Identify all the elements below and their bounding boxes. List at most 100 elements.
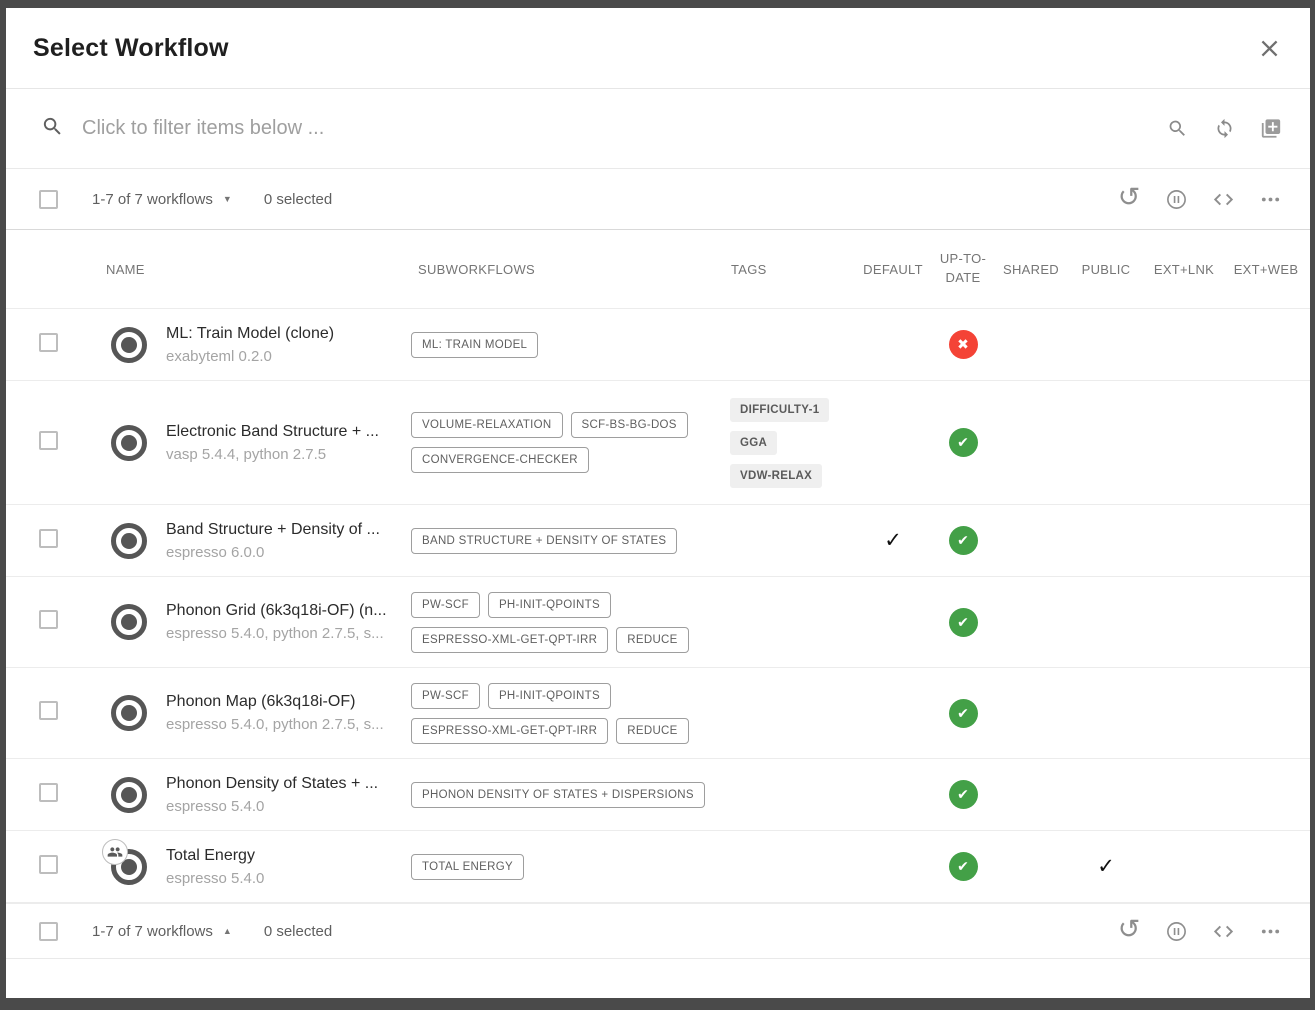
workflow-subtitle: vasp 5.4.4, python 2.7.5 (166, 446, 403, 463)
code-view-button[interactable] (1211, 187, 1235, 211)
more-actions-button[interactable] (1258, 919, 1282, 943)
default-checkmark: ✓ (884, 528, 902, 553)
workflow-name: Total Energy (166, 847, 403, 865)
library-add-icon (1260, 117, 1282, 140)
dialog-title: Select Workflow (33, 34, 229, 63)
select-all-checkbox[interactable] (39, 190, 58, 209)
subworkflow-chip: PH-INIT-QPOINTS (488, 592, 611, 618)
search-icon (41, 115, 64, 143)
workflow-radio[interactable] (111, 695, 147, 731)
group-icon (107, 844, 123, 860)
subworkflow-chip: PW-SCF (411, 592, 480, 618)
subworkflow-chip: ML: TRAIN MODEL (411, 332, 538, 358)
code-icon (1212, 188, 1235, 211)
row-checkbox[interactable] (39, 610, 58, 629)
workflow-radio[interactable] (111, 604, 147, 640)
row-checkbox[interactable] (39, 783, 58, 802)
column-header-default[interactable]: DEFAULT (856, 262, 930, 277)
workflow-subtitle: espresso 5.4.0, python 2.7.5, s... (166, 625, 403, 642)
subworkflow-chip: PH-INIT-QPOINTS (488, 683, 611, 709)
row-checkbox[interactable] (39, 333, 58, 352)
filter-input[interactable] (82, 117, 1166, 140)
row-checkbox[interactable] (39, 431, 58, 450)
table-header: NAME SUBWORKFLOWS TAGS DEFAULT UP-TO-DAT… (6, 230, 1310, 309)
column-header-ext-web[interactable]: EXT+WEB (1222, 262, 1310, 277)
select-all-checkbox[interactable] (39, 922, 58, 941)
close-icon (1256, 35, 1283, 62)
pause-button[interactable] (1164, 187, 1188, 211)
public-checkmark: ✓ (1097, 854, 1115, 879)
subworkflow-chip: ESPRESSO-XML-GET-QPT-IRR (411, 718, 608, 744)
refresh-button[interactable] (1213, 118, 1235, 140)
workflow-name: ML: Train Model (clone) (166, 325, 403, 343)
more-actions-button[interactable] (1258, 187, 1282, 211)
row-checkbox[interactable] (39, 701, 58, 720)
workflow-radio[interactable] (111, 777, 147, 813)
table-row[interactable]: Phonon Map (6k3q18i-OF) espresso 5.4.0, … (6, 668, 1310, 759)
up-to-date-error-badge: ✖ (949, 330, 978, 359)
sync-icon (1214, 118, 1235, 139)
chevron-down-icon[interactable]: ▼ (223, 194, 232, 204)
dialog-bottom-spacer (6, 959, 1310, 998)
table-footer: 1-7 of 7 workflows ▲ 0 selected ↺ (6, 903, 1310, 959)
apply-filter-button[interactable] (1166, 118, 1188, 140)
tag-chip: DIFFICULTY-1 (730, 398, 829, 422)
row-checkbox[interactable] (39, 529, 58, 548)
pagination-range[interactable]: 1-7 of 7 workflows (92, 923, 213, 940)
column-header-name[interactable]: NAME (92, 262, 411, 277)
workflow-subtitle: exabyteml 0.2.0 (166, 348, 403, 365)
tag-chip: GGA (730, 431, 777, 455)
subworkflow-chip: SCF-BS-BG-DOS (571, 412, 688, 438)
column-header-subworkflows[interactable]: SUBWORKFLOWS (411, 262, 724, 277)
up-to-date-ok-badge: ✔ (949, 526, 978, 555)
table-row[interactable]: Phonon Grid (6k3q18i-OF) (n... espresso … (6, 577, 1310, 668)
table-row[interactable]: Electronic Band Structure + ... vasp 5.4… (6, 381, 1310, 505)
workflow-radio[interactable] (111, 523, 147, 559)
more-horiz-icon (1259, 920, 1282, 943)
more-horiz-icon (1259, 188, 1282, 211)
table-row[interactable]: Total Energy espresso 5.4.0 TOTAL ENERGY… (6, 831, 1310, 903)
workflow-radio[interactable] (111, 327, 147, 363)
create-workflow-button[interactable] (1260, 118, 1282, 140)
tag-chip: VDW-RELAX (730, 464, 822, 488)
chevron-up-icon[interactable]: ▲ (223, 926, 232, 936)
dialog-titlebar: Select Workflow (6, 8, 1310, 89)
selected-count: 0 selected (264, 191, 332, 208)
up-to-date-ok-badge: ✔ (949, 608, 978, 637)
column-header-ext-lnk[interactable]: EXT+LNK (1146, 262, 1222, 277)
undo-icon: ↺ (1118, 184, 1141, 211)
column-header-shared[interactable]: SHARED (996, 262, 1066, 277)
up-to-date-ok-badge: ✔ (949, 852, 978, 881)
selected-count: 0 selected (264, 923, 332, 940)
subworkflow-chip: REDUCE (616, 627, 688, 653)
undo-button[interactable]: ↺ (1117, 187, 1141, 211)
code-view-button[interactable] (1211, 919, 1235, 943)
subworkflow-chip: PW-SCF (411, 683, 480, 709)
workflow-name: Phonon Grid (6k3q18i-OF) (n... (166, 602, 403, 620)
undo-icon: ↺ (1118, 916, 1141, 943)
table-row[interactable]: Band Structure + Density of ... espresso… (6, 505, 1310, 577)
pause-button[interactable] (1164, 919, 1188, 943)
subworkflow-chip: ESPRESSO-XML-GET-QPT-IRR (411, 627, 608, 653)
column-header-tags[interactable]: TAGS (724, 262, 856, 277)
pause-circle-icon (1165, 188, 1188, 211)
up-to-date-ok-badge: ✔ (949, 699, 978, 728)
column-header-public[interactable]: PUBLIC (1066, 262, 1146, 277)
subworkflow-chip: CONVERGENCE-CHECKER (411, 447, 589, 473)
workflow-name: Electronic Band Structure + ... (166, 423, 403, 441)
pagination-range[interactable]: 1-7 of 7 workflows (92, 191, 213, 208)
table-row[interactable]: Phonon Density of States + ... espresso … (6, 759, 1310, 831)
workflow-subtitle: espresso 5.4.0, python 2.7.5, s... (166, 716, 403, 733)
workflow-name: Band Structure + Density of ... (166, 521, 403, 539)
workflow-radio[interactable] (111, 425, 147, 461)
subworkflow-chip: VOLUME-RELAXATION (411, 412, 563, 438)
workflow-name: Phonon Density of States + ... (166, 775, 403, 793)
workflow-subtitle: espresso 5.4.0 (166, 798, 403, 815)
row-checkbox[interactable] (39, 855, 58, 874)
workflow-name: Phonon Map (6k3q18i-OF) (166, 693, 403, 711)
column-header-up-to-date[interactable]: UP-TO-DATE (939, 250, 987, 288)
table-row[interactable]: ML: Train Model (clone) exabyteml 0.2.0 … (6, 309, 1310, 381)
pause-circle-icon (1165, 920, 1188, 943)
undo-button[interactable]: ↺ (1117, 919, 1141, 943)
close-button[interactable] (1254, 33, 1284, 63)
